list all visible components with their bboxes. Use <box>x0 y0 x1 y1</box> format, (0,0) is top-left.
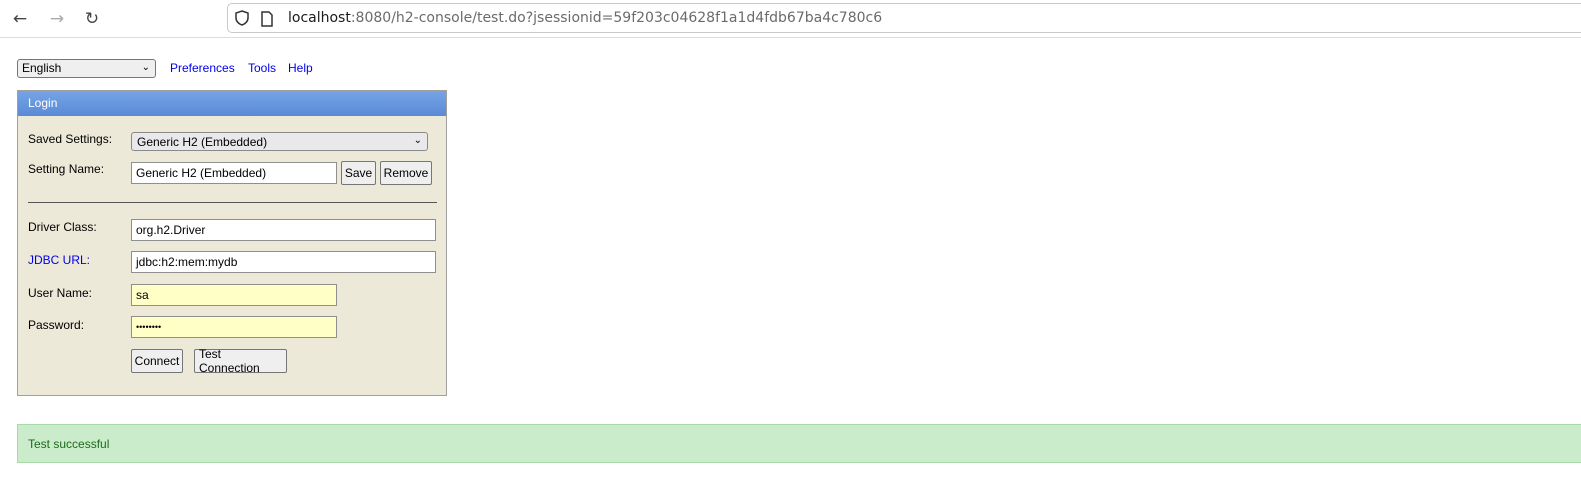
driver-class-label: Driver Class: <box>28 220 97 234</box>
status-message: Test successful <box>17 424 1581 463</box>
saved-settings-label: Saved Settings: <box>28 132 113 146</box>
user-name-label: User Name: <box>28 286 93 300</box>
user-name-input[interactable]: sa <box>131 284 337 306</box>
setting-name-label: Setting Name: <box>28 162 105 176</box>
jdbc-url-link[interactable]: JDBC URL: <box>28 253 90 267</box>
divider <box>28 202 437 203</box>
tools-link[interactable]: Tools <box>248 61 276 75</box>
reload-icon[interactable]: ↻ <box>82 9 102 29</box>
help-link[interactable]: Help <box>288 61 313 75</box>
chevron-down-icon: ⌄ <box>413 135 422 146</box>
url-host: localhost <box>288 10 351 26</box>
browser-toolbar: ← → ↻ localhost:8080/h2-console/test.do?… <box>0 0 1581 38</box>
shield-icon <box>234 10 250 29</box>
address-bar[interactable]: localhost:8080/h2-console/test.do?jsessi… <box>227 3 1581 33</box>
test-connection-button[interactable]: Test Connection <box>194 347 287 375</box>
language-value: English <box>22 61 62 75</box>
back-arrow-icon[interactable]: ← <box>10 9 30 29</box>
chevron-down-icon: ⌄ <box>141 62 150 73</box>
login-panel: Login Saved Settings: Generic H2 (Embedd… <box>17 90 447 396</box>
jdbc-url-input[interactable]: jdbc:h2:mem:mydb <box>131 251 436 273</box>
url-path: :8080/h2-console/test.do?jsessionid=59f2… <box>350 10 883 26</box>
saved-settings-select[interactable]: Generic H2 (Embedded) ⌄ <box>131 132 428 151</box>
driver-class-input[interactable]: org.h2.Driver <box>131 219 436 241</box>
save-button[interactable]: Save <box>341 161 376 185</box>
password-label: Password: <box>28 318 85 332</box>
remove-button[interactable]: Remove <box>380 161 432 185</box>
password-input[interactable]: •••••••• <box>131 316 337 338</box>
setting-name-input[interactable]: Generic H2 (Embedded) <box>131 162 337 184</box>
saved-settings-value: Generic H2 (Embedded) <box>137 135 268 149</box>
page-icon <box>260 11 274 30</box>
preferences-link[interactable]: Preferences <box>170 61 235 75</box>
forward-arrow-icon[interactable]: → <box>47 9 67 29</box>
language-select[interactable]: English ⌄ <box>17 59 156 78</box>
connect-button[interactable]: Connect <box>131 349 183 373</box>
url-text: localhost:8080/h2-console/test.do?jsessi… <box>288 10 882 26</box>
login-title: Login <box>18 91 446 116</box>
